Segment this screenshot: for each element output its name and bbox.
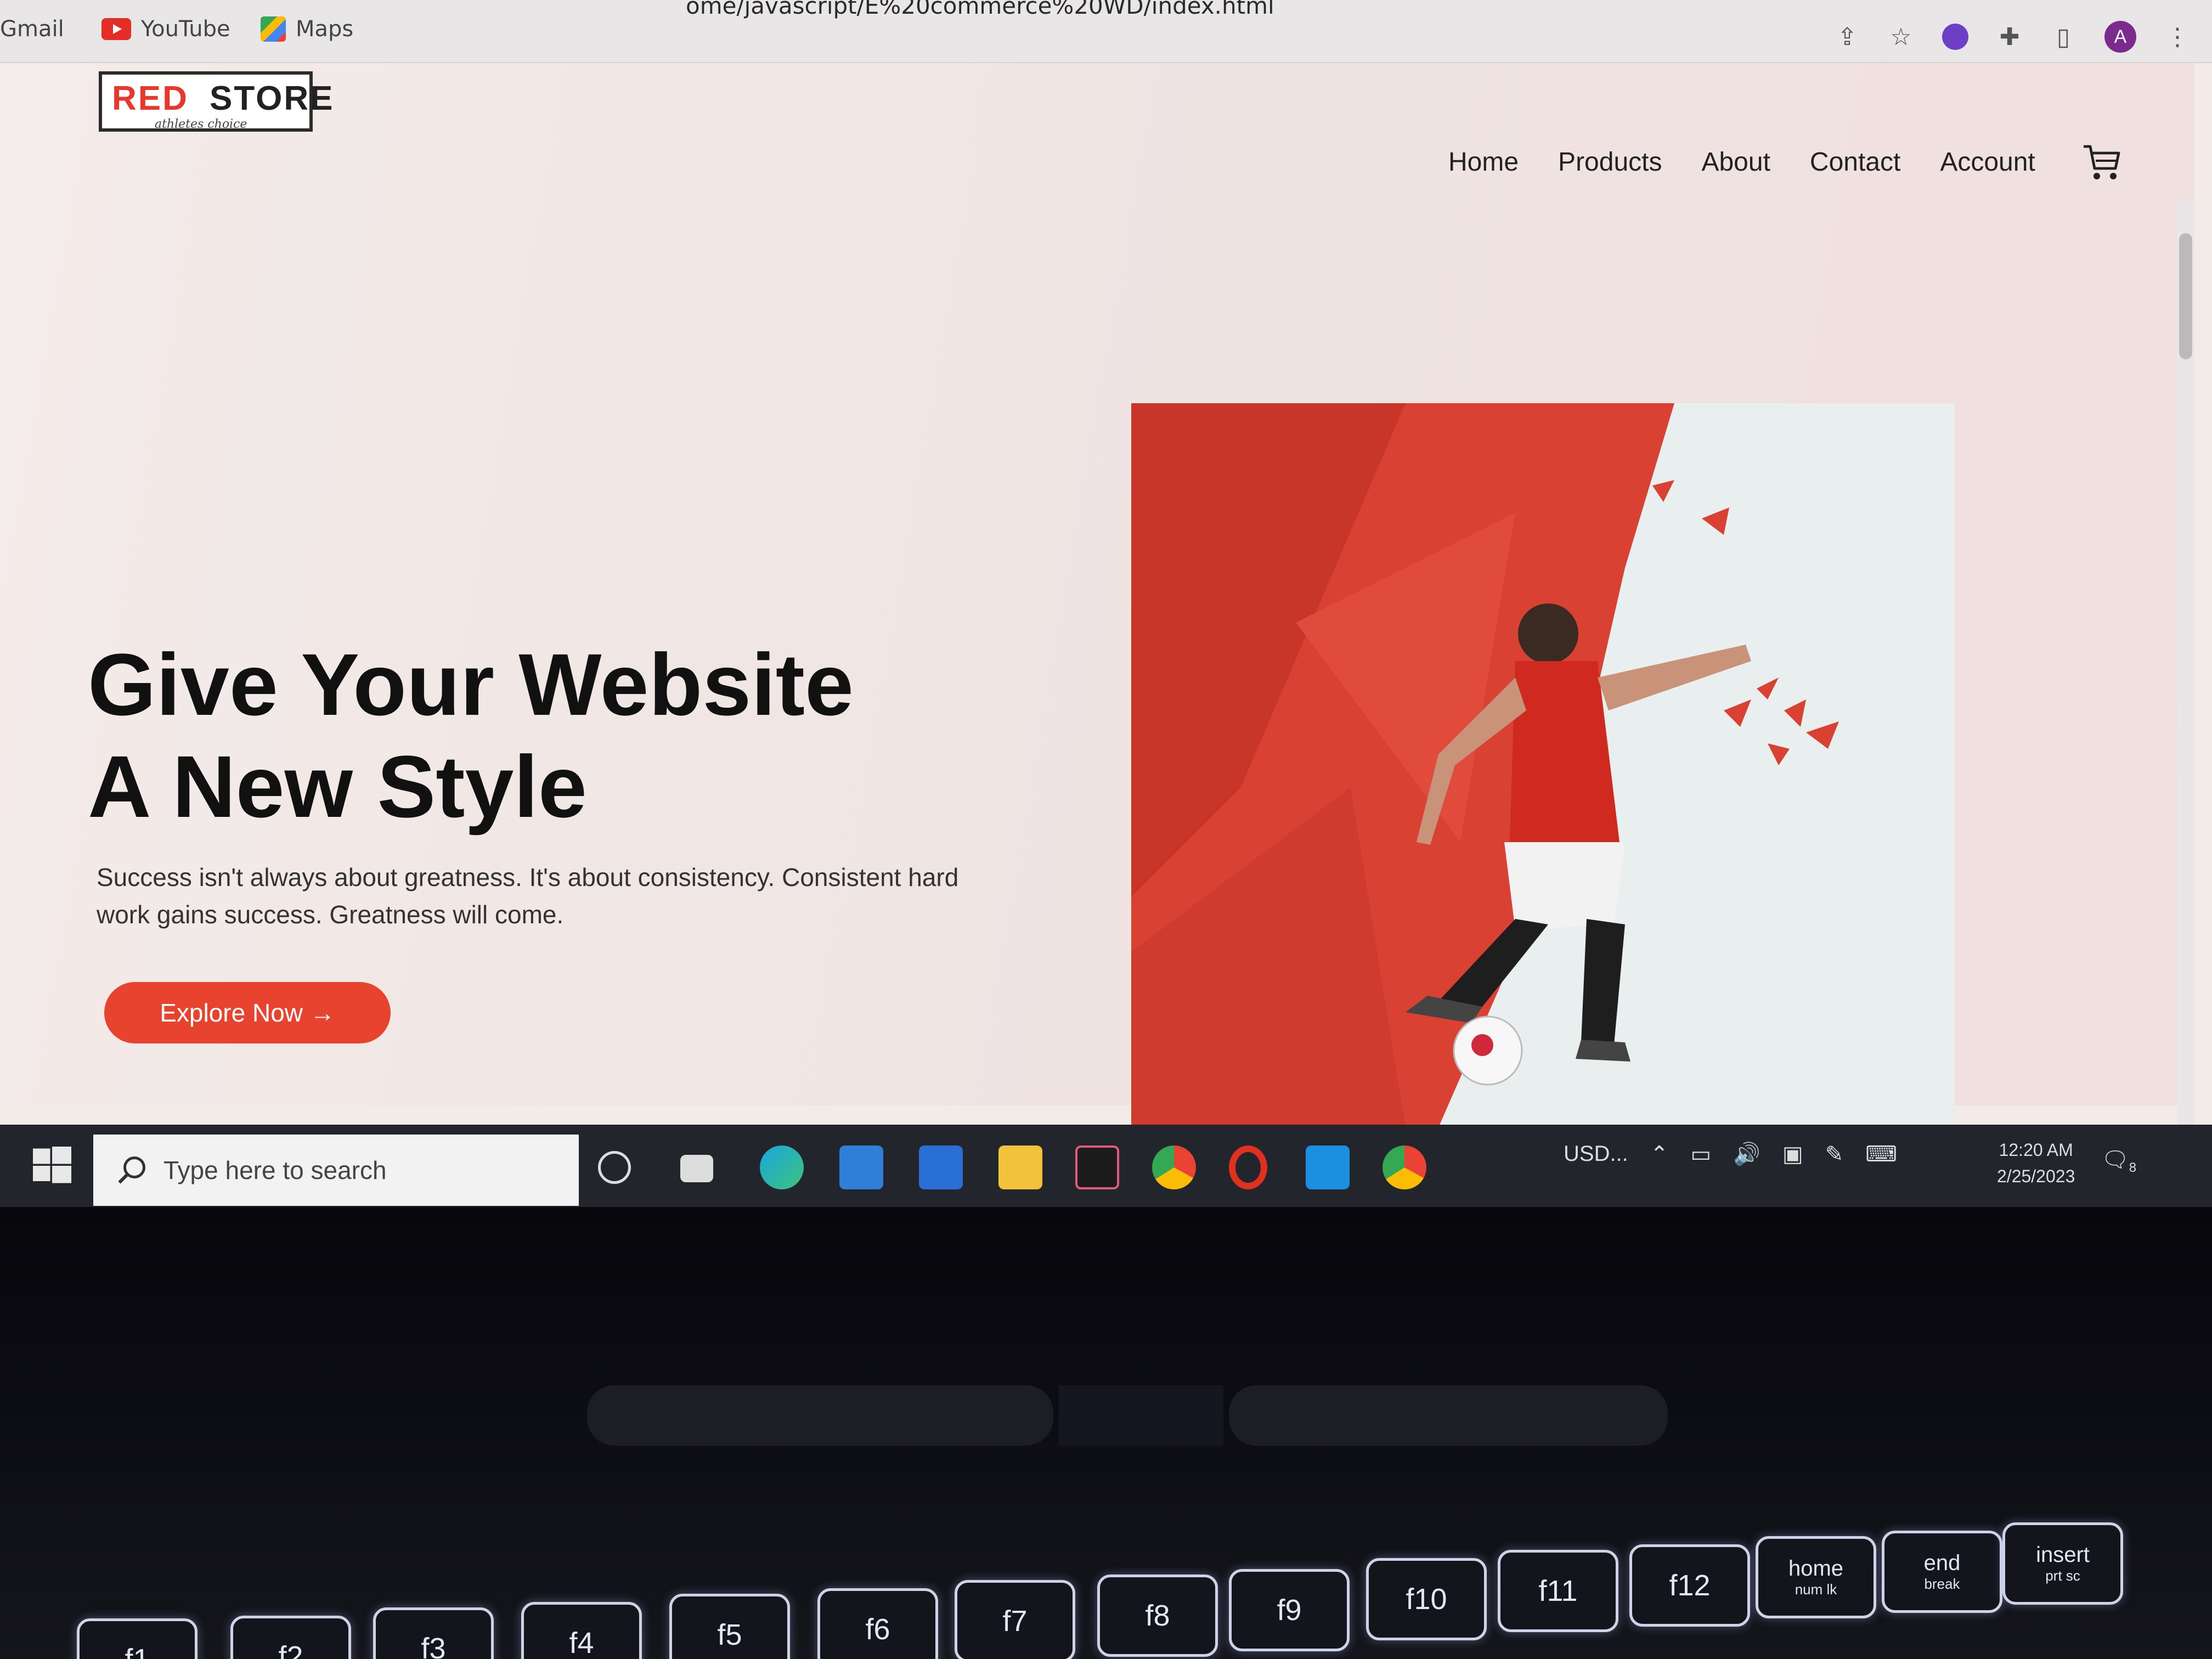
maps-bookmark-label: Maps [296,16,354,42]
puzzle-extensions-icon[interactable]: ✚ [1997,24,2022,50]
pen-icon[interactable]: ✎ [1825,1142,1844,1167]
nav-home[interactable]: Home [1448,147,1519,177]
key-insert[interactable]: insert prt sc [2002,1522,2123,1605]
cortana-icon[interactable] [598,1151,631,1184]
windows-start-icon[interactable] [33,1147,71,1185]
keyboard-icon[interactable]: ⌨ [1865,1142,1897,1167]
key-end-label: end [1923,1551,1961,1575]
system-tray: USD... ⌃ ▭ 🔊 ▣ ✎ ⌨ [1564,1141,1897,1167]
key-f9[interactable]: f9 [1229,1569,1350,1651]
network-icon[interactable]: ▣ [1782,1142,1803,1167]
profile-avatar[interactable]: A [2104,21,2136,53]
search-icon [118,1156,145,1184]
terminal-icon[interactable] [1075,1146,1119,1189]
bookmark-star-icon[interactable]: ☆ [1888,24,1914,50]
edge-icon[interactable] [760,1146,804,1189]
volume-icon[interactable]: 🔊 [1733,1141,1760,1167]
key-home-label: home [1788,1556,1844,1581]
bookmark-gmail[interactable]: Gmail [0,16,64,42]
browser-action-icons: ⇪ ☆ ✚ ▯ A ⋮ [1835,21,2190,53]
system-clock[interactable]: 12:20 AM 2/25/2023 [1997,1137,2075,1189]
youtube-icon [101,18,131,40]
file-explorer-icon[interactable] [998,1146,1042,1189]
explore-now-button[interactable]: Explore Now → [104,982,391,1043]
hero-title-line1: Give Your Website [88,635,854,733]
key-f2[interactable]: f2 [230,1616,351,1659]
hero-description: Success isn't always about greatness. It… [97,863,959,929]
bookmark-youtube[interactable]: YouTube [101,16,230,42]
logo-tagline: athletes choice [155,117,247,131]
task-view-icon[interactable] [680,1155,713,1182]
opera-icon[interactable] [1229,1146,1267,1189]
key-end-sublabel: break [1924,1576,1960,1592]
key-home-sublabel: num lk [1795,1581,1837,1598]
clock-time: 12:20 AM [1999,1140,2073,1160]
chrome-icon[interactable] [1152,1146,1196,1189]
share-icon[interactable]: ⇪ [1835,24,1860,50]
hero-footballer-image [1131,403,1954,1127]
hero-title-line2: A New Style [88,737,587,836]
menu-dots-icon[interactable]: ⋮ [2165,24,2190,50]
vscode-icon[interactable] [1306,1146,1350,1189]
webpage: RED STORE athletes choice Home Products … [0,63,2194,1188]
key-f5[interactable]: f5 [669,1594,790,1659]
key-insert-label: insert [2036,1543,2090,1567]
address-bar-url[interactable]: ome/javascript/E%20commerce%20WD/index.h… [686,0,1274,19]
redstore-logo[interactable]: RED STORE athletes choice [99,71,332,132]
battery-icon[interactable]: ▭ [1690,1142,1711,1167]
nav-about[interactable]: About [1701,147,1770,177]
windows-taskbar: Type here to search USD... ⌃ ▭ 🔊 ▣ ✎ ⌨ 1… [0,1125,2212,1207]
nav-products[interactable]: Products [1558,147,1662,177]
laptop-hinge-left [587,1385,1053,1446]
side-panel-icon[interactable]: ▯ [2051,24,2076,50]
clock-date: 2/25/2023 [1997,1166,2075,1186]
monitor-screen: ome/javascript/E%20commerce%20WD/index.h… [0,0,2212,1207]
laptop-hinge-center [1059,1385,1223,1446]
key-f11[interactable]: f11 [1498,1550,1618,1632]
key-end[interactable]: end break [1882,1531,2002,1613]
taskbar-search-box[interactable]: Type here to search [93,1135,579,1206]
store-icon[interactable] [839,1146,883,1189]
hero-title: Give Your Website A New Style [88,634,854,838]
nav-contact[interactable]: Contact [1810,147,1900,177]
gmail-bookmark-label: Gmail [0,16,64,42]
maps-icon [261,16,286,42]
calendar-app-icon[interactable] [919,1146,963,1189]
key-f8[interactable]: f8 [1097,1575,1218,1657]
notifications-icon[interactable]: 🗨8 [2101,1147,2136,1176]
key-f7[interactable]: f7 [955,1580,1075,1659]
logo-red-text: RED [112,80,189,117]
key-f4[interactable]: f4 [521,1602,642,1659]
logo-black-text: STORE [210,80,335,117]
search-placeholder: Type here to search [163,1156,387,1184]
laptop-hinge-right [1229,1385,1668,1446]
currency-widget[interactable]: USD... [1564,1142,1628,1166]
key-f12[interactable]: f12 [1629,1544,1750,1627]
browser-toolbar: ome/javascript/E%20commerce%20WD/index.h… [0,0,2212,63]
key-insert-sublabel: prt sc [2045,1567,2080,1584]
nav-account[interactable]: Account [1940,147,2035,177]
show-hidden-icons-chevron[interactable]: ⌃ [1650,1142,1669,1167]
key-f1[interactable]: f1 [77,1618,198,1659]
key-home[interactable]: home num lk [1756,1536,1876,1618]
extension-icon[interactable] [1942,24,1968,50]
scrollbar-thumb[interactable] [2179,233,2192,359]
key-f10[interactable]: f10 [1366,1558,1487,1640]
key-f3[interactable]: f3 [373,1607,494,1659]
bookmark-maps[interactable]: Maps [261,16,353,42]
notification-count: 8 [2129,1160,2137,1175]
key-f6[interactable]: f6 [817,1588,938,1659]
main-nav: Home Products About Contact Account [1448,140,2124,184]
youtube-bookmark-label: YouTube [141,16,230,42]
chrome-active-icon[interactable] [1383,1146,1426,1189]
cart-icon[interactable] [2080,140,2124,184]
